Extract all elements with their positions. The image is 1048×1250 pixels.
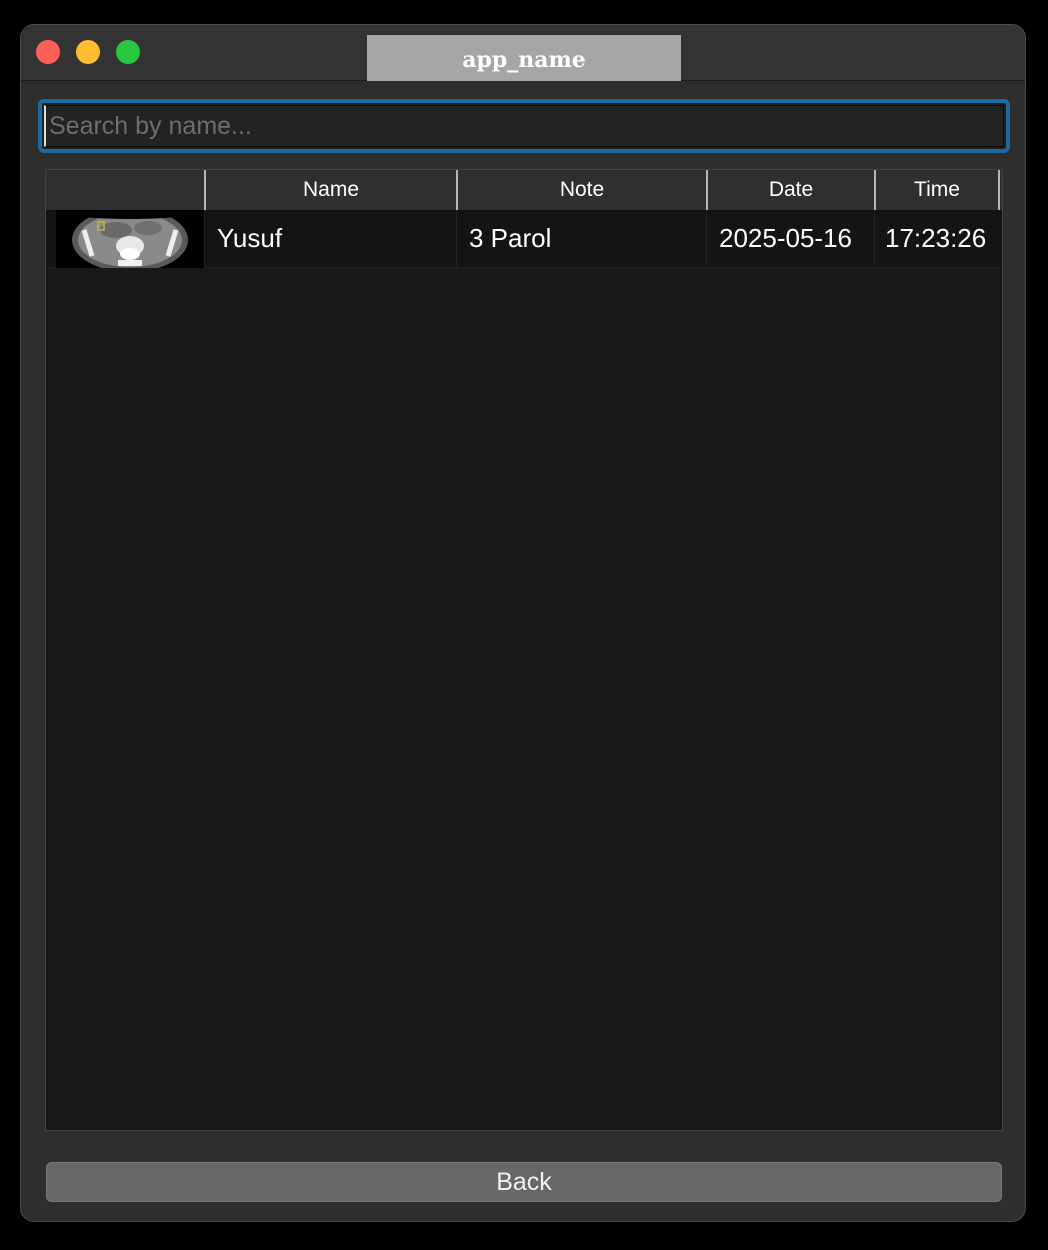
maximize-window-button[interactable]	[116, 40, 140, 64]
close-window-button[interactable]	[36, 40, 60, 64]
column-header-thumbnail[interactable]	[46, 170, 204, 210]
app-window: app_name Name Note Date Time	[20, 24, 1026, 1222]
minimize-window-button[interactable]	[76, 40, 100, 64]
title-bar: app_name	[21, 25, 1025, 81]
table-header: Name Note Date Time	[46, 170, 1002, 210]
back-button[interactable]: Back	[46, 1162, 1002, 1202]
column-header-name[interactable]: Name	[204, 170, 456, 210]
cell-note: 3 Parol	[456, 210, 706, 268]
ct-scan-thumbnail	[56, 210, 204, 268]
records-table: Name Note Date Time Yusuf 3 Parol 2025-0…	[45, 169, 1003, 1131]
window-title: app_name	[367, 35, 681, 81]
table-row[interactable]: Yusuf 3 Parol 2025-05-16 17:23:26	[46, 210, 1002, 268]
cell-name: Yusuf	[204, 210, 456, 268]
search-field-focus-ring	[38, 99, 1010, 153]
column-header-time[interactable]: Time	[874, 170, 1000, 210]
cell-date: 2025-05-16	[706, 210, 874, 268]
cell-time: 17:23:26	[874, 210, 1002, 268]
search-input[interactable]	[44, 105, 1004, 147]
column-header-note[interactable]: Note	[456, 170, 706, 210]
column-header-date[interactable]: Date	[706, 170, 874, 210]
